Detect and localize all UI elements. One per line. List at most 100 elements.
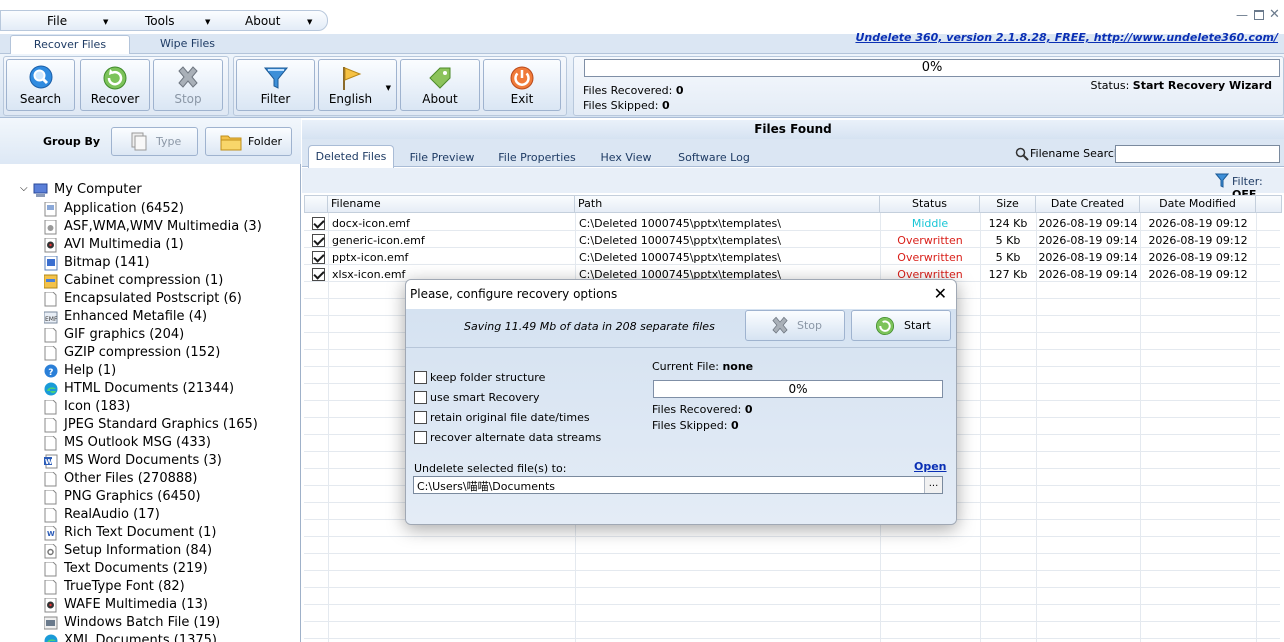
menu-about[interactable]: About ▼	[245, 13, 317, 29]
option-alternate-streams[interactable]: recover alternate data streams	[414, 431, 614, 445]
search-icon	[29, 65, 52, 89]
cell-date-modified: 2026-08-19 09:12	[1148, 268, 1248, 281]
dialog-stop-button[interactable]: Stop	[745, 310, 845, 341]
minimize-icon[interactable]: —	[1236, 8, 1248, 22]
group-by-type-button[interactable]: Type	[111, 127, 198, 156]
tree-item-label: Bitmap (141)	[64, 255, 150, 270]
document-icon	[44, 436, 57, 451]
cell-date-modified: 2026-08-19 09:12	[1148, 251, 1248, 264]
exit-button-label: Exit	[510, 92, 534, 106]
stop-button[interactable]: Stop	[153, 59, 223, 111]
row-checkbox[interactable]	[312, 217, 325, 230]
column-header-date-created[interactable]: Date Created	[1036, 195, 1140, 213]
tree-item-label: TrueType Font (82)	[64, 579, 185, 594]
files-recovered-value: 0	[675, 84, 684, 97]
recover-button[interactable]: Recover	[80, 59, 150, 111]
cell-path: C:\Deleted 1000745\pptx\templates\	[579, 234, 781, 247]
document-icon	[44, 328, 57, 343]
cell-path: C:\Deleted 1000745\pptx\templates\	[579, 251, 781, 264]
tab-file-preview[interactable]: File Preview	[404, 148, 480, 167]
files-recovered-stat: Files Recovered: 0	[583, 84, 684, 97]
cell-date-modified: 2026-08-19 09:12	[1148, 217, 1248, 230]
filter-button[interactable]: Filter	[236, 59, 315, 111]
cell-size: 127 Kb	[988, 268, 1028, 281]
recover-icon	[103, 66, 127, 90]
document-icon	[44, 580, 57, 595]
table-row[interactable]: generic-icon.emf C:\Deleted 1000745\pptx\…	[304, 232, 1280, 249]
option-smart-recovery[interactable]: use smart Recovery	[414, 391, 614, 405]
column-header-status[interactable]: Status	[880, 195, 980, 213]
tree-collapse-icon[interactable]: ⌵	[20, 183, 28, 194]
tree-item-label: HTML Documents (21344)	[64, 381, 235, 396]
close-icon[interactable]: ✕	[1269, 7, 1280, 22]
search-button-label: Search	[19, 92, 62, 106]
about-button[interactable]: About	[400, 59, 480, 111]
flag-icon	[342, 67, 361, 90]
menu-file-label: File	[47, 14, 68, 28]
option-retain-dates[interactable]: retain original file date/times	[414, 411, 614, 425]
column-header-date-modified[interactable]: Date Modified	[1140, 195, 1256, 213]
table-row[interactable]: docx-icon.emf C:\Deleted 1000745\pptx\tem…	[304, 215, 1280, 232]
chevron-down-icon: ▼	[307, 18, 313, 26]
saving-summary: Saving 11.49 Mb of data in 208 separate …	[464, 320, 715, 333]
tab-recover-files[interactable]: Recover Files	[10, 35, 130, 55]
language-button[interactable]: English ▼	[318, 59, 397, 111]
recover-button-label: Recover	[90, 92, 140, 106]
filename-search-input[interactable]	[1115, 145, 1280, 163]
funnel-icon	[1215, 173, 1229, 188]
tree-item-label: GZIP compression (152)	[64, 345, 221, 360]
tree-item-label: WAFE Multimedia (13)	[64, 597, 208, 612]
checkbox[interactable]	[414, 431, 427, 444]
application-icon	[44, 202, 57, 217]
group-by-folder-button[interactable]: Folder	[205, 127, 292, 156]
checkbox[interactable]	[414, 411, 427, 424]
tab-file-properties[interactable]: File Properties	[494, 148, 580, 167]
exit-button[interactable]: Exit	[483, 59, 561, 111]
tab-file-properties-label: File Properties	[498, 151, 576, 164]
menu-about-label: About	[245, 14, 281, 28]
menu-tools[interactable]: Tools ▼	[145, 13, 215, 29]
maximize-icon[interactable]	[1254, 10, 1264, 20]
dialog-stop-label: Stop	[797, 319, 823, 332]
row-checkbox[interactable]	[312, 234, 325, 247]
menu-file[interactable]: File ▼	[47, 13, 117, 29]
tree-item-label: Windows Batch File (19)	[64, 615, 221, 630]
chevron-down-icon: ▼	[103, 18, 109, 26]
checkbox[interactable]	[414, 391, 427, 404]
folder-icon	[220, 135, 242, 151]
grid-line	[304, 553, 1280, 554]
open-link[interactable]: Open	[914, 460, 947, 473]
tree-item-label: ASF,WMA,WMV Multimedia (3)	[64, 219, 262, 234]
tree-item-label: Text Documents (219)	[64, 561, 208, 576]
tab-deleted-files-label: Deleted Files	[315, 150, 387, 163]
tree-item-label: Enhanced Metafile (4)	[64, 309, 208, 324]
column-header-filename[interactable]: Filename	[328, 195, 575, 213]
column-header-path[interactable]: Path	[575, 195, 880, 213]
tab-wipe-files[interactable]: Wipe Files	[140, 35, 235, 54]
option-label: use smart Recovery	[430, 391, 540, 404]
search-button[interactable]: Search	[6, 59, 75, 111]
tree-root-my-computer[interactable]: My Computer	[54, 182, 142, 197]
option-label: recover alternate data streams	[430, 431, 602, 444]
checkbox[interactable]	[414, 371, 427, 384]
destination-field[interactable]: C:\Users\喵喵\Documents ...	[413, 476, 943, 494]
option-keep-folder-structure[interactable]: keep folder structure	[414, 371, 614, 385]
grid-line	[304, 621, 1280, 622]
tab-hex-view[interactable]: Hex View	[595, 148, 657, 167]
column-header-size[interactable]: Size	[980, 195, 1036, 213]
close-icon[interactable]: ✕	[934, 280, 947, 308]
grid-line	[304, 587, 1280, 588]
video-icon	[44, 238, 57, 253]
browse-button[interactable]: ...	[924, 477, 942, 493]
multimedia-icon	[44, 220, 57, 235]
tree-item-label: AVI Multimedia (1)	[64, 237, 184, 252]
tab-hex-view-label: Hex View	[600, 151, 652, 164]
row-checkbox[interactable]	[312, 251, 325, 264]
table-row[interactable]: pptx-icon.emf C:\Deleted 1000745\pptx\tem…	[304, 249, 1280, 266]
version-link[interactable]: Undelete 360, version 2.1.8.28, FREE, ht…	[855, 31, 1278, 44]
row-checkbox[interactable]	[312, 268, 325, 281]
tab-deleted-files[interactable]: Deleted Files	[308, 145, 394, 168]
tab-software-log[interactable]: Software Log	[673, 148, 755, 167]
dialog-start-button[interactable]: Start	[851, 310, 951, 341]
cell-date-created: 2026-08-19 09:14	[1038, 234, 1138, 247]
